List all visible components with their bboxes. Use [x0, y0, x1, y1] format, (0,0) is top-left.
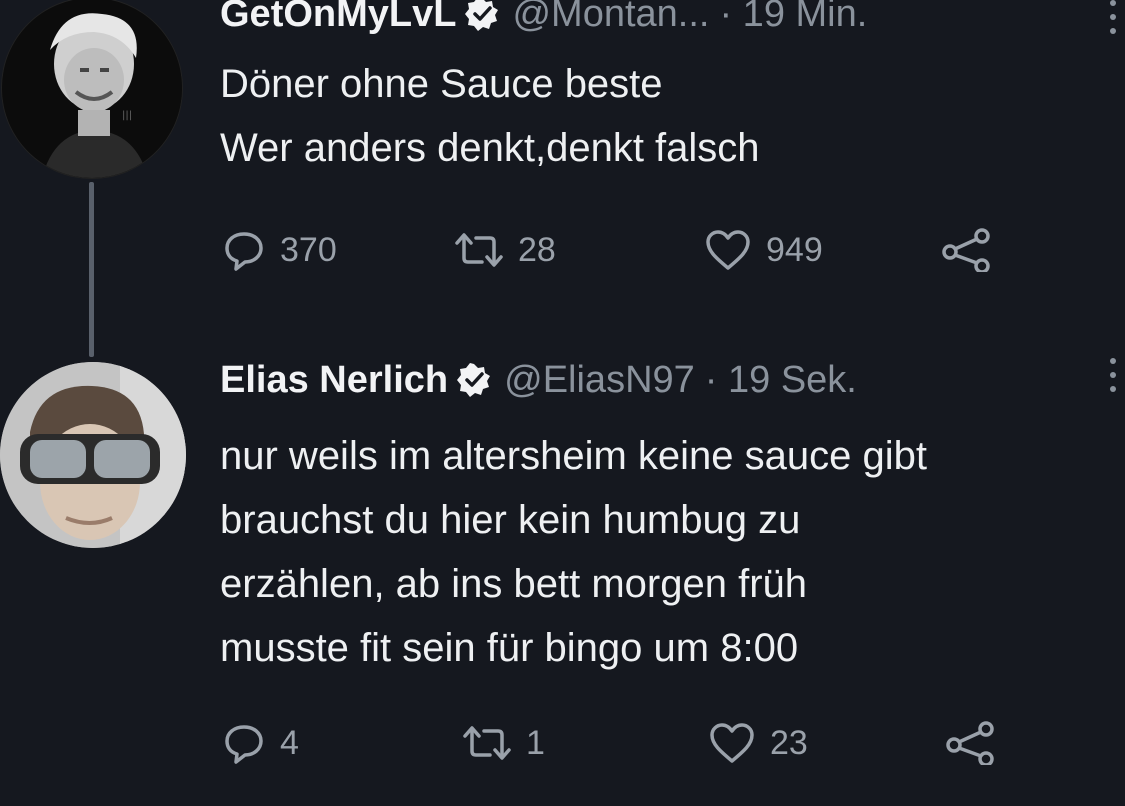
handle[interactable]: @Montan...	[512, 0, 709, 36]
verified-badge-icon	[456, 362, 492, 398]
like-count: 949	[766, 230, 823, 269]
reply-icon	[222, 721, 266, 765]
thread-line	[89, 182, 94, 357]
retweet-count: 28	[518, 230, 556, 269]
reply-button[interactable]: 4	[222, 718, 299, 768]
reply-count: 370	[280, 230, 337, 269]
verified-badge-icon	[464, 0, 500, 32]
like-button[interactable]: 23	[708, 718, 808, 768]
reply-icon	[222, 228, 266, 272]
share-icon	[940, 228, 994, 272]
like-button[interactable]: 949	[704, 225, 823, 275]
retweet-button[interactable]: 1	[462, 718, 545, 768]
display-name[interactable]: GetOnMyLvL	[220, 0, 456, 36]
tweet-text-line: brauchst du hier kein humbug zu	[220, 498, 801, 542]
handle[interactable]: @EliasN97	[504, 358, 695, 402]
heart-icon	[704, 228, 752, 272]
tweet-text: Döner ohne Sauce beste Wer anders denkt,…	[220, 52, 1125, 180]
like-count: 23	[770, 723, 808, 762]
reply-button[interactable]: 370	[222, 225, 337, 275]
retweet-count: 1	[526, 723, 545, 762]
more-icon[interactable]	[1107, 354, 1119, 398]
tweet-text-line: nur weils im altersheim keine sauce gibt	[220, 434, 927, 478]
tweet-header: Elias Nerlich @EliasN97 · 19 Sek.	[220, 358, 857, 402]
tweet-text-line: erzählen, ab ins bett morgen früh	[220, 562, 808, 606]
retweet-button[interactable]: 28	[454, 225, 556, 275]
share-icon	[944, 721, 998, 765]
share-button[interactable]	[940, 225, 994, 275]
avatar[interactable]: |||	[2, 0, 182, 178]
retweet-icon	[462, 721, 512, 765]
svg-text:|||: |||	[122, 110, 132, 121]
tweet-text-line: Wer anders denkt,denkt falsch	[220, 126, 760, 170]
reply-count: 4	[280, 723, 299, 762]
timestamp[interactable]: · 19 Sek.	[705, 358, 857, 402]
tweet-text: nur weils im altersheim keine sauce gibt…	[220, 424, 1125, 680]
avatar[interactable]	[0, 362, 186, 548]
tweet-text-line: Döner ohne Sauce beste	[220, 62, 663, 106]
more-icon[interactable]	[1107, 0, 1119, 40]
timeline: ||| GetOnMyLvL @Montan... · 19 Min. Döne…	[0, 0, 1125, 806]
display-name[interactable]: Elias Nerlich	[220, 358, 448, 402]
tweet-text-line: musste fit sein für bingo um 8:00	[220, 626, 799, 670]
tweet-header: GetOnMyLvL @Montan... · 19 Min.	[220, 0, 867, 36]
retweet-icon	[454, 228, 504, 272]
heart-icon	[708, 721, 756, 765]
timestamp[interactable]: · 19 Min.	[719, 0, 867, 36]
share-button[interactable]	[944, 718, 998, 768]
